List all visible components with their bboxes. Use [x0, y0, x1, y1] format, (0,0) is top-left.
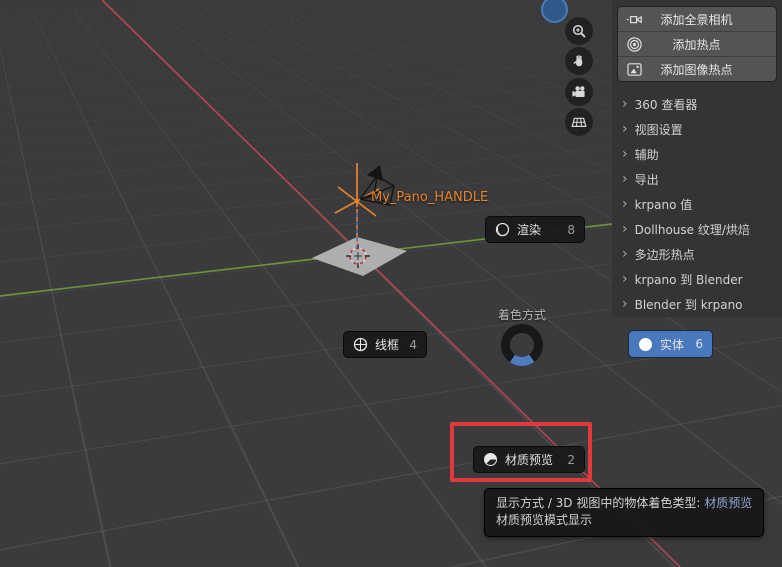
chevron-right-icon: ›: [622, 195, 628, 212]
add-image-hotspot-button[interactable]: 添加图像热点: [618, 57, 776, 81]
chevron-right-icon: ›: [622, 245, 628, 262]
chevron-right-icon: ›: [622, 145, 628, 162]
add-panorama-camera-label: 添加全景相机: [660, 12, 733, 27]
section-label: 多边形热点: [634, 248, 695, 262]
sidebar-section-blender-to-krpano[interactable]: › Blender 到 krpano: [622, 292, 776, 317]
solid-sphere-icon: [639, 337, 652, 351]
pie-item-wireframe[interactable]: 线框 4: [343, 331, 427, 358]
chevron-right-icon: ›: [622, 95, 628, 112]
sidebar-section-view-settings[interactable]: › 视图设置: [622, 117, 776, 142]
pie-item-label: 线框: [375, 338, 400, 352]
perspective-grid-icon: [571, 117, 587, 127]
pie-item-solid[interactable]: 实体 6: [628, 330, 713, 358]
pan-hand-icon: [573, 55, 583, 67]
perspective-toggle-button[interactable]: [565, 108, 593, 136]
add-hotspot-button[interactable]: 添加热点: [618, 32, 776, 56]
add-image-hotspot-label: 添加图像热点: [660, 62, 733, 77]
panorama-camera-icon: [626, 15, 642, 23]
chevron-right-icon: ›: [622, 295, 628, 312]
chevron-right-icon: ›: [622, 170, 628, 187]
rendered-sphere-icon: [495, 222, 510, 237]
tooltip-description: 显示方式 / 3D 视图中的物体着色类型:: [496, 496, 705, 510]
zoom-button[interactable]: [565, 17, 593, 45]
section-label: Blender 到 krpano: [634, 298, 743, 312]
plane-object[interactable]: [312, 237, 407, 276]
tooltip-line2: 材质预览模式显示: [496, 513, 593, 527]
pie-item-rendered[interactable]: 渲染 8: [485, 216, 585, 243]
sidebar-section-360-viewer[interactable]: › 360 查看器: [622, 92, 776, 117]
sidebar-action-buttons: 添加全景相机 添加热点 添加图像热点: [618, 7, 776, 81]
add-panorama-camera-button[interactable]: 添加全景相机: [618, 7, 776, 31]
section-label: krpano 值: [634, 198, 693, 212]
sidebar-section-helpers[interactable]: › 辅助: [622, 142, 776, 167]
pie-menu-direction-ring[interactable]: [497, 320, 547, 370]
camera-view-button[interactable]: [565, 78, 593, 106]
chevron-right-icon: ›: [622, 120, 628, 137]
pie-item-shortcut: 4: [409, 337, 417, 352]
tooltip-value: 材质预览: [704, 496, 753, 510]
pie-item-shortcut: 8: [567, 222, 575, 237]
chevron-right-icon: ›: [622, 270, 628, 287]
add-hotspot-label: 添加热点: [672, 37, 721, 52]
sidebar-section-export[interactable]: › 导出: [622, 167, 776, 192]
sidebar-section-polygon-hotspot[interactable]: › 多边形热点: [622, 242, 776, 267]
section-label: 辅助: [634, 148, 659, 162]
chevron-right-icon: ›: [622, 220, 628, 237]
sidebar-panel: 添加全景相机 添加热点 添加图像热点 › 360 查看器 › 视图设置 › 辅助…: [612, 0, 782, 317]
section-label: 360 查看器: [634, 98, 698, 112]
tooltip-line1: 显示方式 / 3D 视图中的物体着色类型: 材质预览: [496, 495, 752, 512]
pie-item-label: 渲染: [517, 223, 542, 237]
sidebar-section-krpano-values[interactable]: › krpano 值: [622, 192, 776, 217]
section-label: Dollhouse 纹理/烘焙: [634, 223, 750, 237]
zoom-in-icon: [572, 24, 586, 38]
sidebar-section-krpano-to-blender[interactable]: › krpano 到 Blender: [622, 267, 776, 292]
section-label: 视图设置: [634, 123, 683, 137]
tooltip: 显示方式 / 3D 视图中的物体着色类型: 材质预览 材质预览模式显示: [484, 488, 765, 537]
pan-button[interactable]: [565, 47, 593, 75]
pie-item-shortcut: 6: [695, 337, 703, 351]
section-label: krpano 到 Blender: [634, 273, 743, 287]
image-hotspot-icon: [627, 62, 642, 76]
pie-item-label: 实体: [660, 337, 685, 352]
section-label: 导出: [634, 173, 659, 187]
hotspot-icon: [627, 36, 642, 52]
blender-3d-viewport: My_Pano_HANDLE 着色方式 线框 4 渲染 8 实体 6 材质预览 …: [0, 0, 782, 567]
annotation-highlight-box: [450, 422, 592, 482]
wireframe-sphere-icon: [353, 337, 368, 352]
sidebar-section-dollhouse-bake[interactable]: › Dollhouse 纹理/烘焙: [622, 217, 776, 242]
object-name-label: My_Pano_HANDLE: [371, 190, 489, 205]
camera-view-icon: [572, 86, 585, 97]
